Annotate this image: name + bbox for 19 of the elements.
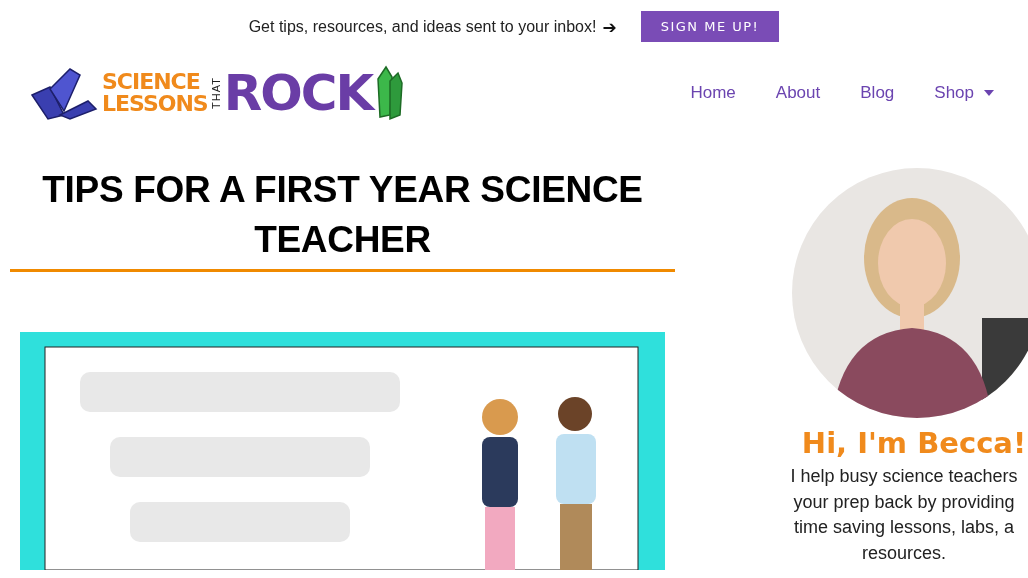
crystal-icon <box>30 65 100 121</box>
nav-link[interactable]: Blog <box>860 83 895 103</box>
logo-text: THAT <box>209 77 222 109</box>
logo-text: SCIENCE <box>102 71 201 93</box>
sign-up-button[interactable]: SIGN ME UP! <box>640 11 780 42</box>
greeting: Hi, I'm Becca! <box>800 426 1028 460</box>
bio-text: I help busy science teachers <box>790 465 1018 488</box>
bio-text: resources. <box>861 541 946 565</box>
logo-text: LESSONS <box>102 93 208 115</box>
bio-text: time saving lessons, labs, a <box>793 516 1015 539</box>
newsletter-text: Get tips, resources, and ideas sent to your inbox! <box>248 17 597 36</box>
nav-link[interactable]: Shop <box>934 83 994 103</box>
nav-link[interactable]: Home <box>690 83 736 103</box>
arrow-icon: ➔ <box>602 16 617 37</box>
crystal-icon <box>374 65 405 121</box>
bio-text: your prep back by providing <box>793 490 1015 514</box>
logo-text: ROCK <box>223 68 373 118</box>
nav-link[interactable]: About <box>775 83 821 103</box>
post-title: TIPS FOR A FIRST YEAR SCIENCE TEACHER <box>41 168 644 262</box>
